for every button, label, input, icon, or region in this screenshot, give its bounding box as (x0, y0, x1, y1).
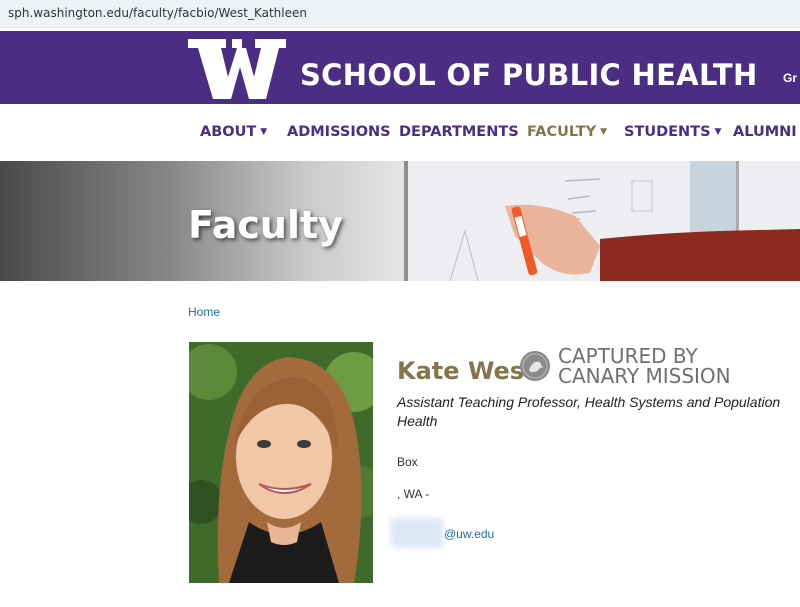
address-line-2: , WA - (397, 487, 430, 501)
header-utility-link[interactable]: Gr (783, 71, 797, 85)
site-title[interactable]: SCHOOL OF PUBLIC HEALTH (300, 58, 758, 92)
chevron-down-icon: ▼ (714, 127, 722, 137)
email-redaction (390, 518, 444, 548)
faculty-title: Assistant Teaching Professor, Health Sys… (397, 394, 781, 429)
profile-photo (189, 342, 373, 583)
hero-title: Faculty (188, 203, 343, 247)
nav-item-faculty[interactable]: FACULTY ▼ (527, 124, 607, 140)
watermark-line-1: CAPTURED BY (558, 344, 698, 368)
nav-item-alumni[interactable]: ALUMNI▼ (733, 124, 800, 140)
email-link[interactable]: @uw.edu (444, 527, 494, 541)
faculty-name: Kate West (397, 357, 536, 385)
browser-address-bar[interactable]: sph.washington.edu/faculty/facbio/West_K… (0, 0, 800, 28)
nav-item-about[interactable]: ABOUT ▼ (200, 124, 267, 140)
watermark-line-2: CANARY MISSION (558, 364, 731, 388)
chevron-down-icon: ▼ (260, 127, 268, 137)
main-navigation: ABOUT ▼ ADMISSIONS DEPARTMENTS FACULTY ▼ S… (0, 104, 800, 160)
hero-banner: Faculty (0, 161, 800, 281)
nav-item-students[interactable]: STUDENTS ▼ (624, 124, 721, 140)
url-text[interactable]: sph.washington.edu/faculty/facbio/West_K… (8, 6, 307, 20)
nav-item-admissions[interactable]: ADMISSIONS (287, 124, 391, 140)
site-header: SCHOOL OF PUBLIC HEALTH Gr (0, 31, 800, 104)
watermark-text: CAPTURED BY CANARY MISSION (558, 346, 731, 386)
uw-w-logo[interactable] (188, 39, 286, 99)
breadcrumb-home-link[interactable]: Home (188, 305, 220, 319)
nav-item-departments[interactable]: DEPARTMENTS (399, 124, 519, 140)
chevron-down-icon: ▼ (600, 127, 608, 137)
hero-background-image (404, 161, 800, 281)
address-line-1: Box (397, 455, 418, 469)
canary-bird-icon (520, 351, 550, 381)
